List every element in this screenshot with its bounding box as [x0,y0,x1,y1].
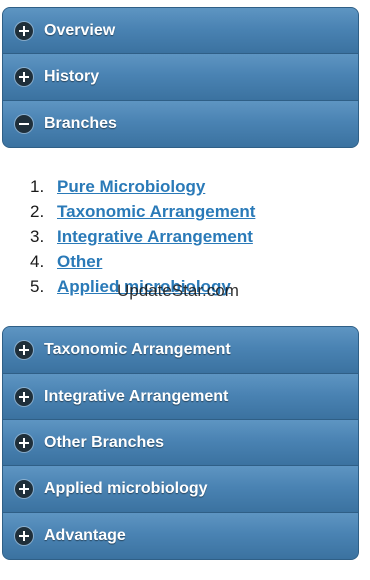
section-label: Overview [44,21,116,39]
plus-icon [15,21,33,40]
section-label: Taxonomic Arrangement [44,341,231,358]
section-header-integrative-arrangement[interactable]: Integrative Arrangement [3,374,358,420]
plus-icon [15,480,33,498]
link-other[interactable]: Other [57,249,102,274]
list-item: 5. Applied microbiology [30,274,255,299]
plus-icon [15,387,33,406]
link-pure-microbiology[interactable]: Pure Microbiology [57,174,205,199]
list-number: 4. [30,252,45,271]
section-header-advantage[interactable]: Advantage [3,513,358,559]
section-header-history[interactable]: History [3,54,358,101]
plus-icon [15,68,33,86]
plus-icon [15,341,33,359]
list-item: 4. Other [30,249,255,274]
link-integrative-arrangement[interactable]: Integrative Arrangement [57,224,253,249]
list-item: 3. Integrative Arrangement [30,224,255,249]
list-number: 3. [30,227,45,246]
section-label: Applied microbiology [44,480,208,497]
link-taxonomic-arrangement[interactable]: Taxonomic Arrangement [57,199,255,224]
minus-icon [15,115,33,133]
section-header-other-branches[interactable]: Other Branches [3,420,358,466]
section-header-taxonomic-arrangement[interactable]: Taxonomic Arrangement [3,327,358,374]
section-label: Integrative Arrangement [44,387,229,405]
section-header-branches[interactable]: Branches [3,101,358,147]
list-number: 5. [30,277,45,296]
accordion-top: Overview History Branches [2,7,359,148]
accordion-bottom: Taxonomic Arrangement Integrative Arrang… [2,326,359,560]
plus-icon [15,527,33,545]
branches-list: 1. Pure Microbiology 2. Taxonomic Arrang… [30,174,255,299]
section-label: Branches [44,115,117,132]
section-label: Advantage [44,527,126,544]
plus-icon [15,433,33,452]
section-label: Other Branches [44,433,165,451]
section-header-applied-microbiology[interactable]: Applied microbiology [3,466,358,513]
list-number: 1. [30,177,45,196]
section-label: History [44,68,100,85]
list-item: 1. Pure Microbiology [30,174,255,199]
section-header-overview[interactable]: Overview [3,8,358,54]
list-number: 2. [30,202,45,221]
link-applied-microbiology[interactable]: Applied microbiology [57,274,231,299]
list-item: 2. Taxonomic Arrangement [30,199,255,224]
